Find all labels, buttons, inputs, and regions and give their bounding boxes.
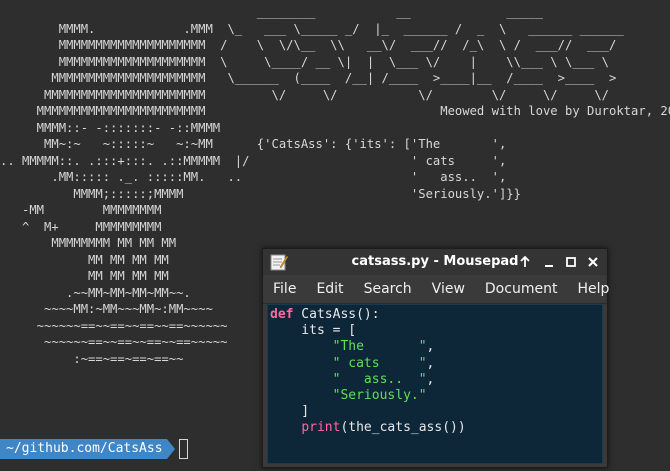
menu-help[interactable]: Help — [567, 281, 619, 297]
string-literal: " cats " — [332, 355, 427, 371]
string-literal: "Seriously." — [332, 388, 427, 404]
code-comma: , — [426, 371, 435, 387]
menu-bar: File Edit Search View Document Help — [263, 275, 609, 304]
close-icon[interactable] — [585, 254, 601, 270]
prompt-arrow-icon — [166, 439, 175, 459]
code-comma: , — [426, 339, 435, 355]
menu-edit[interactable]: Edit — [306, 281, 353, 297]
code-close-bracket: ] — [270, 404, 310, 420]
text-cursor — [178, 439, 188, 459]
shell-prompt: ~/github.com/CatsAss — [0, 438, 188, 460]
menu-search[interactable]: Search — [354, 281, 422, 297]
minimize-icon[interactable] — [541, 254, 557, 270]
code-comma: , — [426, 355, 435, 371]
string-literal: " ass.. " — [332, 371, 427, 387]
menu-document[interactable]: Document — [475, 281, 568, 297]
code-assignment: its = [ — [270, 323, 357, 339]
prompt-path: ~/github.com/CatsAss — [0, 439, 167, 459]
up-arrow-icon[interactable] — [517, 254, 533, 270]
maximize-icon[interactable] — [563, 254, 579, 270]
code-function-signature: CatsAss(): — [293, 307, 380, 322]
code-editor[interactable]: def CatsAss(): its = [ "The ", " cats ",… — [267, 304, 603, 464]
menu-view[interactable]: View — [422, 281, 475, 297]
keyword-def: def — [270, 307, 294, 322]
title-bar[interactable]: catsass.py - Mousepad — [263, 249, 607, 275]
keyword-print: print — [301, 420, 341, 436]
string-literal: "The " — [332, 339, 427, 355]
menu-file[interactable]: File — [263, 281, 306, 297]
code-call: (the_cats_ass()) — [340, 420, 466, 436]
code-text: def CatsAss(): its = [ "The ", " cats ",… — [268, 307, 466, 437]
mousepad-window[interactable]: catsass.py - Mousepad File Edit Search V… — [262, 248, 609, 468]
